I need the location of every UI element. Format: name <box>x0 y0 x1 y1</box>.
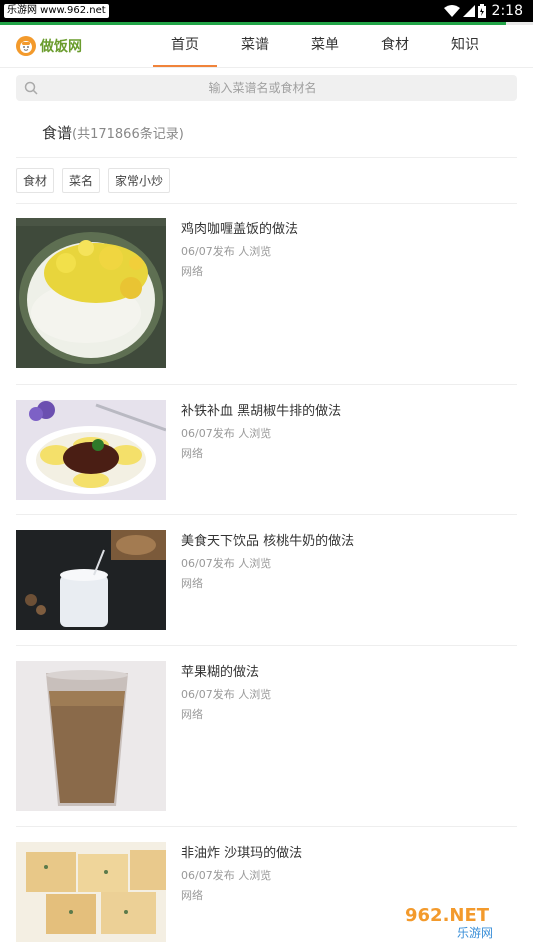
steak-image <box>16 400 166 500</box>
recipe-source: 网络 <box>181 447 203 460</box>
search-input[interactable] <box>38 80 487 96</box>
section-header: 食谱 (共171866条记录) <box>16 107 517 158</box>
recipe-date: 06/07发布 人浏览 <box>181 557 272 570</box>
search-area <box>0 68 533 107</box>
nav-tabs: 首页 菜谱 菜单 食材 知识 <box>150 25 500 67</box>
recipe-source: 网络 <box>181 708 203 721</box>
recipe-meta: 补铁补血 黑胡椒牛排的做法 06/07发布 人浏览 网络 <box>166 400 341 500</box>
site-logo[interactable]: 做饭网 <box>16 36 136 56</box>
logo-text: 做饭网 <box>40 39 82 55</box>
tab-recipes[interactable]: 菜谱 <box>220 25 290 67</box>
tag-home-stirfry[interactable]: 家常小炒 <box>108 168 171 193</box>
recipe-source: 网络 <box>181 577 203 590</box>
status-bar: 乐游网 www.962.net 2:18 <box>0 0 533 22</box>
recipe-meta: 非油炸 沙琪玛的做法 06/07发布 人浏览 网络 <box>166 842 302 942</box>
record-count: (共171866条记录) <box>72 126 184 142</box>
recipe-item[interactable]: 美食天下饮品 核桃牛奶的做法 06/07发布 人浏览 网络 <box>16 515 517 646</box>
top-nav: 做饭网 首页 菜谱 菜单 食材 知识 <box>0 25 533 68</box>
recipe-title: 美食天下饮品 核桃牛奶的做法 <box>181 534 355 549</box>
recipe-title: 鸡肉咖喱盖饭的做法 <box>181 222 299 237</box>
recipe-source: 网络 <box>181 265 203 278</box>
battery-icon <box>477 4 486 18</box>
status-time: 2:18 <box>491 3 523 19</box>
search-bar <box>16 75 517 101</box>
apple-paste-image <box>16 661 166 811</box>
tab-menus[interactable]: 菜单 <box>290 25 360 67</box>
search-icon[interactable] <box>24 81 38 95</box>
sachima-image <box>16 842 166 942</box>
recipe-meta: 美食天下饮品 核桃牛奶的做法 06/07发布 人浏览 网络 <box>166 530 354 630</box>
status-icons <box>443 4 486 18</box>
recipe-date: 06/07发布 人浏览 <box>181 869 272 882</box>
recipe-title: 苹果糊的做法 <box>181 665 260 680</box>
tab-knowledge[interactable]: 知识 <box>430 25 500 67</box>
watermark-top: 962.NET <box>405 905 490 926</box>
recipe-date: 06/07发布 人浏览 <box>181 245 272 258</box>
watermark-bottom: 乐游网 <box>457 926 493 940</box>
recipe-meta: 苹果糊的做法 06/07发布 人浏览 网络 <box>166 661 271 811</box>
recipe-title: 补铁补血 黑胡椒牛排的做法 <box>181 404 342 419</box>
filter-tags: 食材 菜名 家常小炒 <box>16 158 517 204</box>
watermark-logo: 962.NET 乐游网 <box>397 901 527 941</box>
recipe-meta: 鸡肉咖喱盖饭的做法 06/07发布 人浏览 网络 <box>166 218 298 368</box>
curry-rice-image <box>16 218 166 368</box>
recipe-title: 非油炸 沙琪玛的做法 <box>181 846 303 861</box>
section-title: 食谱 <box>42 123 73 142</box>
chef-logo-icon <box>16 36 36 56</box>
wifi-icon <box>443 5 460 17</box>
tag-dish-name[interactable]: 菜名 <box>62 168 101 193</box>
tab-ingredients[interactable]: 食材 <box>360 25 430 67</box>
recipe-item[interactable]: 苹果糊的做法 06/07发布 人浏览 网络 <box>16 646 517 827</box>
site-tag: 乐游网 www.962.net <box>4 4 109 18</box>
tab-home[interactable]: 首页 <box>150 25 220 67</box>
recipe-source: 网络 <box>181 889 203 902</box>
status-right: 2:18 <box>443 3 523 19</box>
recipe-date: 06/07发布 人浏览 <box>181 427 272 440</box>
recipe-item[interactable]: 补铁补血 黑胡椒牛排的做法 06/07发布 人浏览 网络 <box>16 385 517 515</box>
recipe-date: 06/07发布 人浏览 <box>181 688 272 701</box>
recipe-list: 鸡肉咖喱盖饭的做法 06/07发布 人浏览 网络 补铁补血 黑胡椒牛排的做法 0… <box>16 204 517 942</box>
tag-ingredient[interactable]: 食材 <box>16 168 55 193</box>
recipe-item[interactable]: 鸡肉咖喱盖饭的做法 06/07发布 人浏览 网络 <box>16 204 517 385</box>
walnut-milk-image <box>16 530 166 630</box>
signal-icon <box>462 5 475 17</box>
